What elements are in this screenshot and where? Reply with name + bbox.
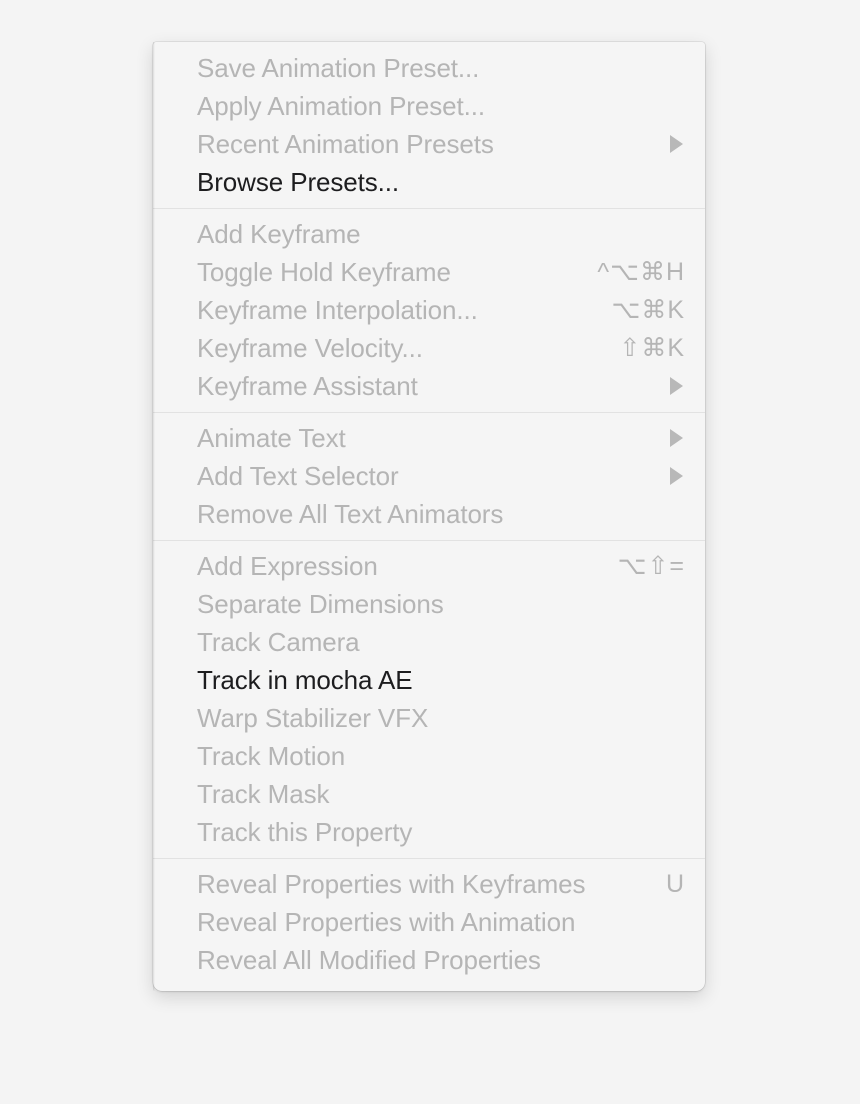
menu-item: Separate Dimensions [153, 585, 705, 623]
submenu-arrow-icon [670, 429, 683, 447]
menu-item: Animate Text [153, 419, 705, 457]
menu-item-shortcut: U [665, 869, 685, 898]
menu-item: Keyframe Velocity... ⇧⌘K [153, 329, 705, 367]
menu-item: Apply Animation Preset... [153, 87, 705, 125]
menu-item-shortcut: ⇧⌘K [619, 333, 685, 362]
menu-section-reveal-properties: Reveal Properties with Keyframes U Reveal … [153, 865, 705, 979]
menu-item-label: Add Keyframe [197, 219, 361, 249]
menu-separator [153, 858, 705, 859]
menu-item: Keyframe Assistant [153, 367, 705, 405]
menu-item-label: Track Mask [197, 779, 330, 809]
menu-item: Reveal Properties with Animation [153, 903, 705, 941]
menu-item-label: Save Animation Preset... [197, 53, 480, 83]
menu-item: Keyframe Interpolation... ⌥⌘K [153, 291, 705, 329]
submenu-arrow-icon [670, 135, 683, 153]
menu-section-keyframes: Add Keyframe Toggle Hold Keyframe ^⌥⌘H Keyf… [153, 215, 705, 405]
menu-item-label: Add Text Selector [197, 461, 399, 491]
menu-item: Track Camera [153, 623, 705, 661]
menu-item-label: Keyframe Velocity... [197, 333, 423, 363]
menu-item-label: Track Camera [197, 627, 360, 657]
menu-item-label: Track Motion [197, 741, 346, 771]
menu-item-label: Track this Property [197, 817, 413, 847]
menu-item: Remove All Text Animators [153, 495, 705, 533]
animation-context-menu: Save Animation Preset... Apply Animation … [153, 42, 705, 991]
menu-item: Reveal All Modified Properties [153, 941, 705, 979]
menu-item-label: Remove All Text Animators [197, 499, 504, 529]
menu-item-label: Add Expression [197, 551, 378, 581]
menu-item: Reveal Properties with Keyframes U [153, 865, 705, 903]
menu-item: Toggle Hold Keyframe ^⌥⌘H [153, 253, 705, 291]
menu-item: Warp Stabilizer VFX [153, 699, 705, 737]
menu-item[interactable]: Track in mocha AE [153, 661, 705, 699]
menu-separator [153, 208, 705, 209]
menu-item: Track this Property [153, 813, 705, 851]
menu-item-label: Browse Presets... [197, 167, 400, 197]
menu-item-label: Reveal All Modified Properties [197, 945, 541, 975]
menu-item-label: Keyframe Interpolation... [197, 295, 478, 325]
menu-section-presets: Save Animation Preset... Apply Animation … [153, 49, 705, 201]
menu-item-label: Warp Stabilizer VFX [197, 703, 429, 733]
menu-item-label: Apply Animation Preset... [197, 91, 485, 121]
menu-item: Track Motion [153, 737, 705, 775]
menu-item-label: Track in mocha AE [197, 665, 413, 695]
menu-item-shortcut: ⌥⇧= [617, 551, 685, 580]
menu-item-label: Recent Animation Presets [197, 129, 494, 159]
menu-separator [153, 540, 705, 541]
menu-item[interactable]: Browse Presets... [153, 163, 705, 201]
menu-item-label: Toggle Hold Keyframe [197, 257, 451, 287]
menu-separator [153, 412, 705, 413]
menu-section-expressions-and-tracking: Add Expression ⌥⇧= Separate Dimensions Trac… [153, 547, 705, 851]
menu-item-shortcut: ⌥⌘K [611, 295, 685, 324]
menu-item-label: Separate Dimensions [197, 589, 444, 619]
menu-section-text-animation: Animate Text Add Text Selector Remove All … [153, 419, 705, 533]
menu-item: Add Keyframe [153, 215, 705, 253]
menu-item: Save Animation Preset... [153, 49, 705, 87]
menu-item-label: Keyframe Assistant [197, 371, 418, 401]
screen: Save Animation Preset... Apply Animation … [0, 0, 860, 1104]
menu-item-label: Reveal Properties with Animation [197, 907, 576, 937]
menu-item-label: Animate Text [197, 423, 346, 453]
menu-item-shortcut: ^⌥⌘H [597, 257, 685, 286]
menu-item: Add Expression ⌥⇧= [153, 547, 705, 585]
menu-item: Recent Animation Presets [153, 125, 705, 163]
menu-item-label: Reveal Properties with Keyframes [197, 869, 586, 899]
submenu-arrow-icon [670, 377, 683, 395]
submenu-arrow-icon [670, 467, 683, 485]
menu-item: Add Text Selector [153, 457, 705, 495]
menu-item: Track Mask [153, 775, 705, 813]
